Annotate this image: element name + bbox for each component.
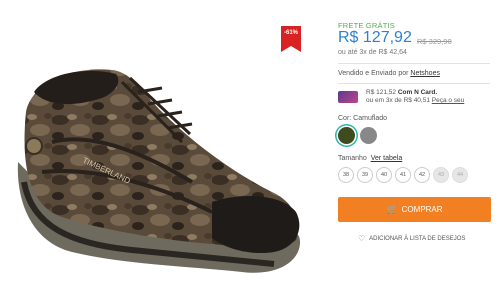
card-offer-installments: ou em 3x de R$ 40,51 [366,97,432,104]
size-option-41[interactable]: 41 [395,167,411,183]
size-option-42[interactable]: 42 [414,167,430,183]
size-option-43: 43 [433,167,449,183]
heart-icon: ♡ [358,234,366,243]
installments-text: ou até 3x de R$ 42,64 [338,49,407,56]
card-offer-link[interactable]: Peça o seu [432,97,465,104]
add-to-wishlist-link[interactable]: ♡ ADICIONAR À LISTA DE DESEJOS [358,234,465,243]
color-swatch-camuflado[interactable] [338,127,355,144]
discount-text: -61% [283,30,298,36]
old-price: R$ 329,90 [417,37,452,46]
credit-card-icon [338,91,358,103]
current-price: R$ 127,92 [338,29,412,46]
cart-icon: 🛒 [386,204,398,214]
seller-info: Vendido e Enviado por Netshoes [338,70,440,77]
buy-button[interactable]: 🛒 COMPRAR [338,197,491,222]
size-header: Tamanho Ver tabela [338,155,402,162]
discount-badge: -61% [281,26,301,52]
card-offer-amount: R$ 121,52 [366,89,396,96]
buy-button-label: COMPRAR [401,205,443,214]
size-option-40[interactable]: 40 [376,167,392,183]
size-option-44: 44 [452,167,468,183]
seller-prefix: Vendido e Enviado por [338,70,411,77]
size-option-39[interactable]: 39 [357,167,373,183]
divider [338,83,490,84]
divider [338,63,490,64]
wishlist-label: ADICIONAR À LISTA DE DESEJOS [369,235,466,242]
seller-link[interactable]: Netshoes [410,70,440,77]
size-options: 38 39 40 41 42 43 44 [338,167,468,183]
card-offer-line2: ou em 3x de R$ 40,51 Peça o seu [366,97,464,104]
color-label: Cor: Camuflado [338,115,388,122]
size-label: Tamanho [338,155,367,162]
size-option-38[interactable]: 38 [338,167,354,183]
card-offer-label: Com N Card. [397,89,438,96]
color-swatch-cinza[interactable] [360,127,377,144]
card-offer-line1: R$ 121,52 Com N Card. [366,89,437,96]
size-table-link[interactable]: Ver tabela [371,155,403,162]
product-image[interactable]: TIMBERLAND [12,52,304,284]
